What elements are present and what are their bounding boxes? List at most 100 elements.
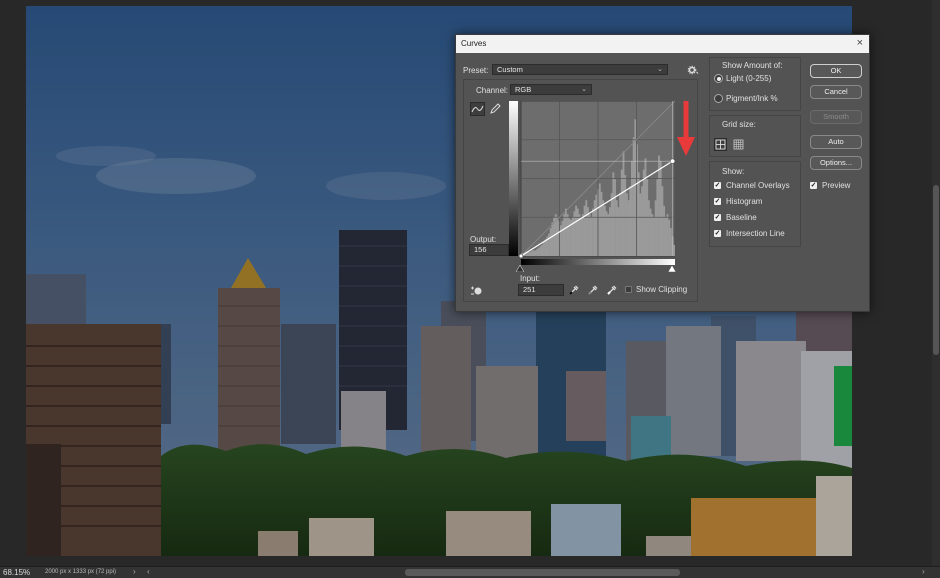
baseline-checkbox[interactable]: ✓ [714, 214, 721, 221]
histogram-bar [566, 214, 569, 256]
histogram-bar [669, 228, 672, 256]
histogram-bar [622, 151, 625, 256]
histogram-bar [536, 249, 539, 256]
histogram-bar [539, 246, 542, 256]
histogram-bar [612, 172, 615, 256]
show-clipping-label: Show Clipping [636, 285, 688, 294]
histogram-bar [595, 194, 598, 256]
eyedropper-black-icon[interactable] [568, 284, 580, 296]
vertical-scroll-thumb[interactable] [933, 185, 939, 355]
curves-dialog: Curves × Preset: Custom ⌄ Channel: RGB ⌄ [455, 34, 870, 312]
histogram-bar [585, 200, 588, 256]
histogram-bar [588, 214, 591, 256]
histogram-bar [647, 200, 650, 256]
histogram-bar [664, 216, 667, 256]
vertical-scrollbar[interactable] [932, 0, 940, 566]
output-label: Output: [470, 235, 497, 244]
intersection-line-label: Intersection Line [726, 229, 785, 238]
histogram-checkbox[interactable]: ✓ [714, 198, 721, 205]
light-radio[interactable] [714, 74, 723, 83]
histogram-bar [651, 214, 654, 256]
intersection-line-checkbox[interactable]: ✓ [714, 230, 721, 237]
status-menu-arrow-icon[interactable]: › [133, 567, 136, 576]
chevron-down-icon: ⌄ [657, 66, 663, 73]
histogram-bar [576, 208, 579, 256]
curve-point-black[interactable] [518, 253, 524, 259]
channel-dropdown[interactable]: RGB ⌄ [510, 84, 592, 95]
histogram-bar [541, 244, 544, 256]
input-label: Input: [520, 274, 541, 283]
smooth-button[interactable]: Smooth [810, 110, 862, 124]
preset-value: Custom [497, 65, 523, 74]
histogram-bar [580, 216, 583, 256]
histogram-bar [593, 200, 596, 256]
pigment-radio[interactable] [714, 94, 723, 103]
preview-checkbox[interactable]: ✓ [810, 182, 817, 189]
histogram-bar [654, 200, 657, 256]
histogram-bar [598, 183, 601, 256]
grid-size-label: Grid size: [722, 120, 756, 129]
histogram-bar [607, 214, 610, 256]
channel-value: RGB [515, 85, 532, 94]
histogram-bar [659, 161, 662, 256]
white-point-slider-icon[interactable] [667, 264, 677, 273]
histogram-bar [549, 228, 552, 256]
show-clipping-checkbox[interactable] [625, 286, 632, 293]
curves-graph[interactable] [509, 100, 676, 265]
scroll-left-icon[interactable]: ‹ [147, 567, 150, 576]
histogram-bar [624, 175, 627, 256]
document-info: 2000 px x 1333 px (72 ppi) [45, 568, 117, 575]
histogram-bar [661, 186, 664, 256]
pencil-icon[interactable] [487, 102, 502, 116]
preset-label: Preset: [463, 66, 489, 75]
grid-large-icon[interactable] [714, 138, 727, 151]
histogram-bar [568, 218, 571, 256]
histogram-bar [565, 208, 567, 256]
curve-point-white[interactable] [670, 158, 676, 164]
channel-overlays-label: Channel Overlays [726, 181, 790, 190]
input-field[interactable]: 251 [518, 284, 564, 296]
output-field[interactable]: 156 [469, 244, 509, 256]
histogram-bar [529, 251, 532, 256]
histogram-bar [532, 250, 535, 256]
close-icon[interactable]: × [857, 37, 863, 49]
histogram-bar [631, 161, 633, 256]
histogram-bar [641, 186, 644, 256]
histogram-bar [548, 233, 550, 256]
cancel-button[interactable]: Cancel [810, 85, 862, 99]
histogram-bar [556, 216, 559, 256]
preset-dropdown[interactable]: Custom ⌄ [492, 64, 668, 75]
histogram-label: Histogram [726, 197, 763, 206]
auto-button[interactable]: Auto [810, 135, 862, 149]
status-bar: 68.15% 2000 px x 1333 px (72 ppi) › ‹ › [0, 566, 940, 578]
histogram-bar [527, 251, 530, 256]
black-point-slider-icon[interactable] [515, 264, 525, 273]
eyedropper-gray-icon[interactable] [587, 284, 599, 296]
curve-tool-icon[interactable] [470, 102, 485, 116]
dialog-title: Curves [461, 39, 487, 48]
horizontal-scroll-thumb[interactable] [405, 569, 680, 576]
options-button[interactable]: Options... [810, 156, 862, 170]
histogram-bar [610, 193, 613, 256]
histogram-bar [537, 247, 540, 256]
ok-button[interactable]: OK [810, 64, 862, 78]
dialog-titlebar[interactable]: Curves × [456, 35, 869, 53]
grid-small-icon[interactable] [732, 138, 745, 151]
hand-adjust-icon[interactable] [470, 285, 484, 297]
pigment-radio-label: Pigment/Ink % [726, 94, 778, 103]
histogram-bar [543, 242, 545, 256]
eyedropper-white-icon[interactable] [606, 284, 618, 296]
histogram-bar [625, 193, 628, 256]
histogram-bar [666, 214, 669, 256]
red-arrow-icon [676, 99, 696, 159]
histogram-bar [575, 205, 578, 256]
zoom-level[interactable]: 68.15% [3, 568, 30, 577]
scroll-right-icon[interactable]: › [922, 567, 925, 576]
histogram-bar [603, 205, 606, 256]
curves-graph-svg [509, 100, 676, 265]
histogram-bar [649, 208, 652, 256]
histogram-bar [583, 205, 586, 256]
gear-icon[interactable] [687, 64, 699, 76]
histogram-bar [563, 214, 566, 256]
channel-overlays-checkbox[interactable]: ✓ [714, 182, 721, 189]
